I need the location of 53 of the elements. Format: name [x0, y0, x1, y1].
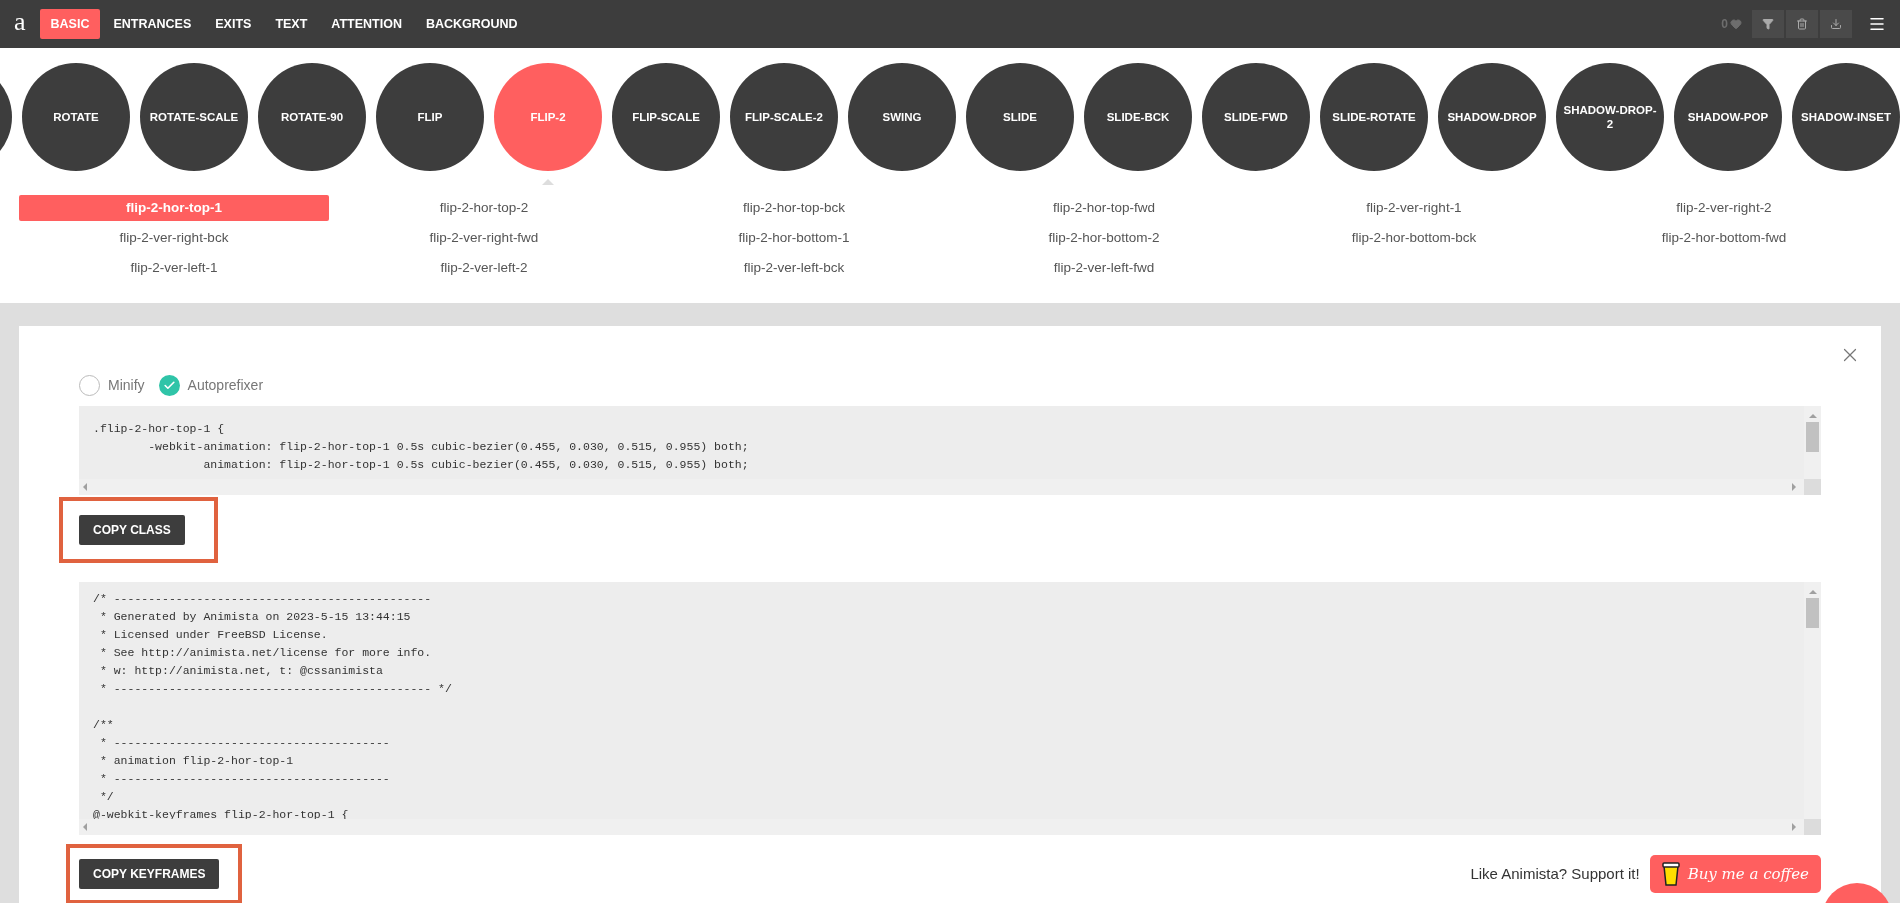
copy-class-button[interactable]: COPY CLASS	[79, 515, 185, 545]
code-line: * See http://animista.net/license for more info.	[98, 645, 432, 661]
nav-tab[interactable]: ATTENTION	[320, 9, 413, 39]
code-line: * ---------------------------------------------- */	[98, 681, 452, 697]
variant-item[interactable]: flip-2-hor-top-bck	[639, 195, 949, 221]
variant-item[interactable]: flip-2-ver-left-2	[329, 255, 639, 281]
code-line: animation: flip-2-hor-top-1 0.5s cubic-bezier(0.455, 0.030, 0.515, 0.955) both;	[202, 457, 749, 473]
check-icon	[162, 378, 176, 392]
code-line: * ----------------------------------------	[98, 771, 390, 787]
nav-tab[interactable]: BACKGROUND	[414, 9, 529, 39]
heart-icon[interactable]	[1730, 18, 1742, 30]
variant-item[interactable]: flip-2-hor-top-fwd	[949, 195, 1259, 221]
filter-icon	[1762, 18, 1774, 30]
checked-checkbox[interactable]	[158, 374, 180, 396]
nav-tab[interactable]: ENTRANCES	[102, 9, 203, 39]
code-line: -webkit-animation: flip-2-hor-top-1 0.5s cubic-bezier(0.455, 0.030, 0.515, 0.955) both;	[147, 439, 749, 455]
support-text: Like Animista? Support it!	[1470, 863, 1640, 884]
menu-icon[interactable]	[1868, 15, 1886, 33]
variant-item[interactable]: flip-2-ver-left-bck	[639, 255, 949, 281]
variant-item[interactable]: flip-2-hor-bottom-2	[949, 225, 1259, 251]
code-line: * Generated by Animista on 2023-5-15 13:44:15	[98, 609, 411, 625]
variant-item[interactable]: flip-2-ver-left-fwd	[949, 255, 1259, 281]
code-line: * Licensed under FreeBSD License.	[98, 627, 328, 643]
option-label: Minify	[108, 375, 145, 395]
variant-item[interactable]: flip-2-hor-bottom-1	[639, 225, 949, 251]
variant-item[interactable]: flip-2-hor-bottom-fwd	[1569, 225, 1879, 251]
copy-keyframes-button[interactable]: COPY KEYFRAMES	[79, 859, 220, 889]
nav-tab[interactable]: TEXT	[264, 9, 319, 39]
coffee-cup-icon	[1661, 861, 1680, 887]
code-line: .flip-2-hor-top-1 {	[93, 421, 225, 437]
option-label: Autoprefixer	[187, 375, 264, 395]
code-line: /**	[93, 717, 114, 733]
download-icon	[1830, 18, 1842, 30]
variant-item[interactable]: flip-2-ver-right-2	[1569, 195, 1879, 221]
nav-tab[interactable]: EXITS	[204, 9, 263, 39]
variant-item[interactable]: flip-2-ver-right-fwd	[329, 225, 639, 251]
code-line: */	[98, 789, 114, 805]
code-block[interactable]: .flip-2-hor-top-1 { -webkit-animation: flip-2-hor-top-1 0.5s cubic-bezier(0.455, 0.030, 0.515, 0.955) both; animation: flip-2-hor-top-1 0.5s cubic-bezier(0.455, 0.030, 0.515, 0.955) both;	[79, 406, 1821, 495]
variant-item[interactable]: flip-2-hor-top-2	[329, 195, 639, 221]
variant-item[interactable]: flip-2-hor-bottom-bck	[1259, 225, 1569, 251]
variant-item[interactable]: flip-2-ver-right-bck	[19, 225, 329, 251]
code-line: /* ----------------------------------------------	[93, 591, 432, 607]
download-button[interactable]	[1820, 10, 1852, 38]
delete-button[interactable]	[1786, 10, 1818, 38]
variant-item[interactable]: flip-2-ver-left-1	[19, 255, 329, 281]
trash-icon	[1796, 18, 1808, 30]
pointer-icon	[542, 178, 554, 185]
logo[interactable]: a	[14, 9, 26, 35]
code-line: * w: http://animista.net, t: @cssanimista	[98, 663, 383, 679]
filter-button[interactable]	[1752, 10, 1784, 38]
code-line: * ----------------------------------------	[98, 735, 390, 751]
variant-item[interactable]: flip-2-ver-right-1	[1259, 195, 1569, 221]
code-line: * animation flip-2-hor-top-1	[98, 753, 294, 769]
